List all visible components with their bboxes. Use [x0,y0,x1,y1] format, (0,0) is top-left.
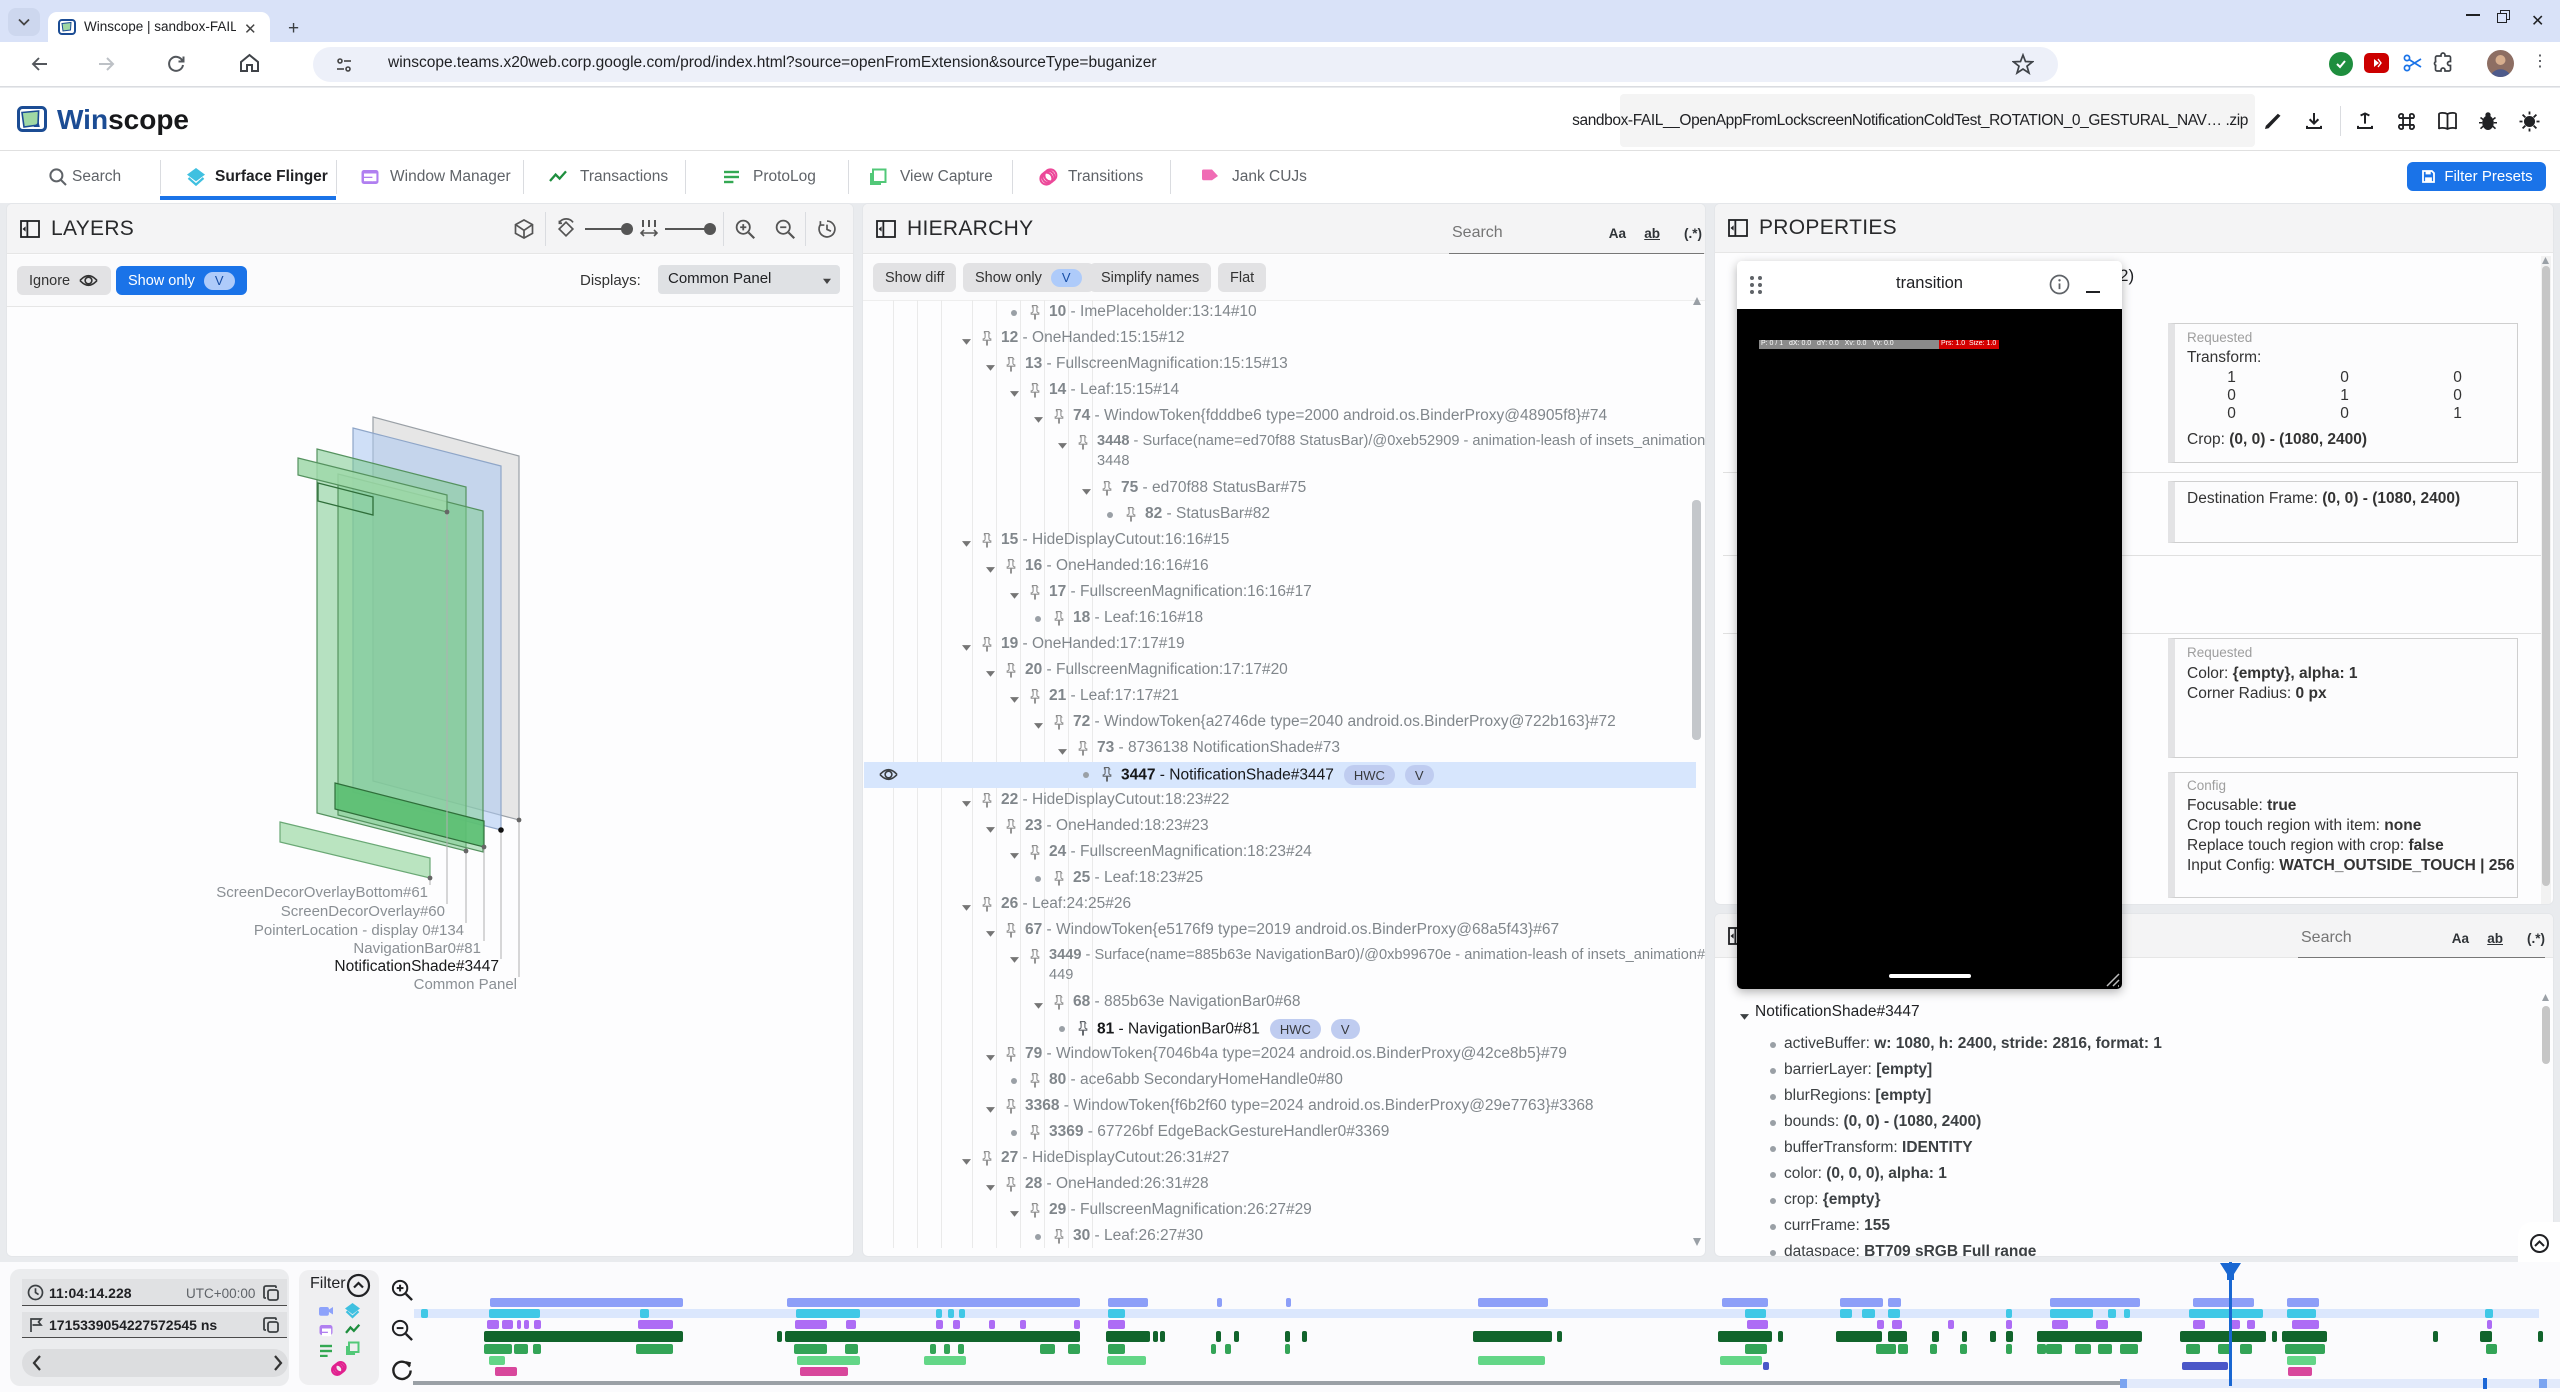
svg-text:PointerLocation - display 0#13: PointerLocation - display 0#134 [254,922,464,939]
svg-text:NotificationShade#3447: NotificationShade#3447 [334,958,499,975]
svg-text:ScreenDecorOverlayBottom#61: ScreenDecorOverlayBottom#61 [216,884,428,901]
svg-text:Common Panel: Common Panel [414,976,517,993]
svg-text:NavigationBar0#81: NavigationBar0#81 [353,940,481,957]
svg-text:ScreenDecorOverlay#60: ScreenDecorOverlay#60 [281,903,445,920]
